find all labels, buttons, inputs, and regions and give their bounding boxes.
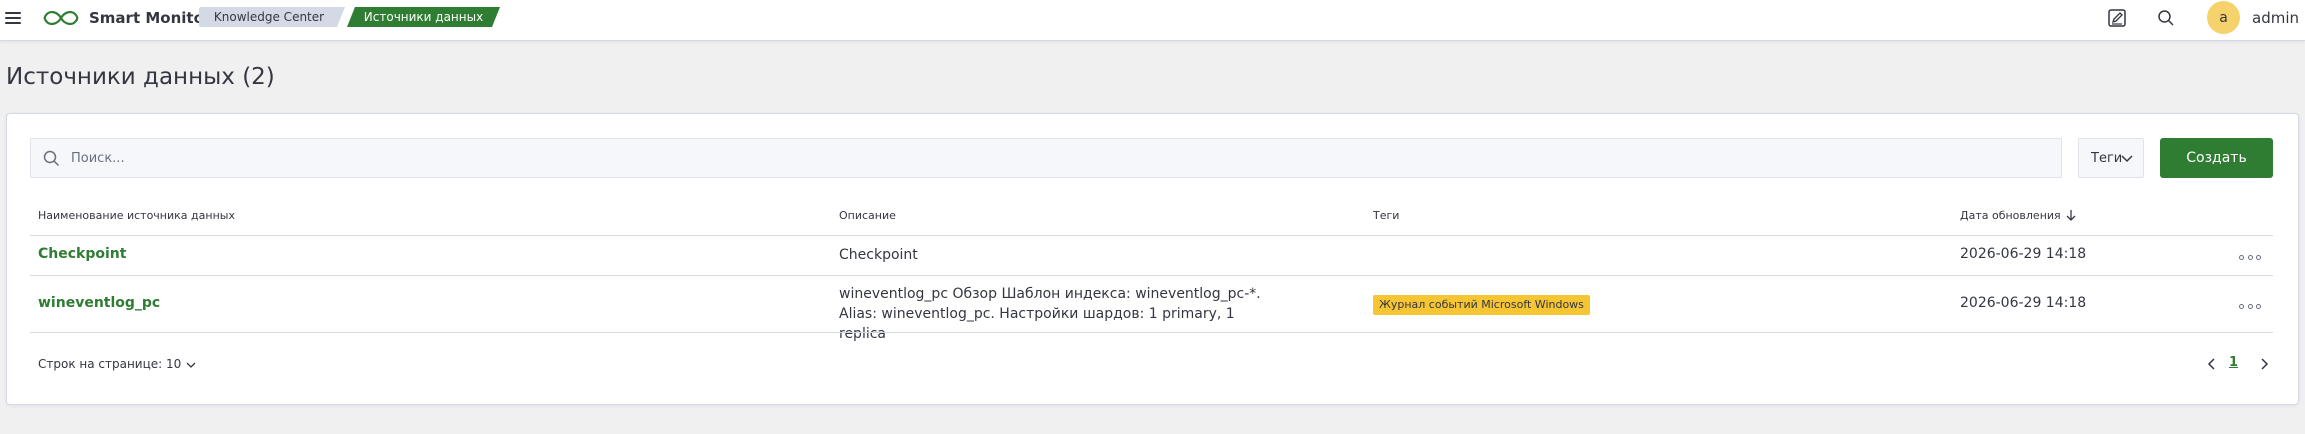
more-icon <box>2239 303 2244 309</box>
row-description: wineventlog_pc Обзор Шаблон индекса: win… <box>839 286 1261 342</box>
app-name[interactable]: Smart Monitor <box>89 9 211 27</box>
rows-per-page-label: Строк на странице: 10 <box>38 357 182 371</box>
menu-icon[interactable] <box>5 10 21 26</box>
notes-button[interactable] <box>2104 5 2130 31</box>
more-icon <box>2239 254 2244 260</box>
row-updated: 2026-06-29 14:18 <box>1960 246 2087 262</box>
global-search-button[interactable] <box>2153 5 2179 31</box>
logo-icon <box>43 11 79 25</box>
row-updated: 2026-06-29 14:18 <box>1960 295 2087 311</box>
pagination-prev-button[interactable] <box>2205 357 2219 371</box>
create-button[interactable]: Создать <box>2160 138 2273 178</box>
chevron-down-icon <box>186 362 196 368</box>
page-title: Источники данных (2) <box>6 64 275 90</box>
search-icon <box>43 150 60 167</box>
top-header: Smart Monitor Knowledge Center Источники… <box>0 0 2305 41</box>
breadcrumb-data-sources: Источники данных <box>347 7 500 27</box>
search-input[interactable] <box>71 139 2051 177</box>
row-actions-button[interactable] <box>2239 299 2261 313</box>
pagination-page-1[interactable]: 1 <box>2229 355 2238 370</box>
row-name-link[interactable]: Checkpoint <box>38 246 126 262</box>
column-header-updated-label: Дата обновления <box>1960 209 2061 222</box>
rows-per-page-select[interactable]: Строк на странице: 10 <box>38 357 196 371</box>
arrow-down-icon <box>2066 210 2076 221</box>
table-header-divider <box>30 235 2273 236</box>
data-sources-panel: Теги Создать Наименование источника данн… <box>6 113 2299 405</box>
notes-icon <box>2108 9 2126 27</box>
tags-filter-label: Теги <box>2091 150 2123 166</box>
search-icon <box>2158 10 2174 26</box>
column-header-name: Наименование источника данных <box>38 209 235 222</box>
row-name-link[interactable]: wineventlog_pc <box>38 295 160 311</box>
avatar[interactable]: a <box>2207 1 2240 34</box>
breadcrumb-knowledge-center[interactable]: Knowledge Center <box>199 7 345 27</box>
chevron-left-icon <box>2207 358 2215 370</box>
row-description: Checkpoint <box>839 247 918 263</box>
table-row-divider <box>30 332 2273 333</box>
tag-badge[interactable]: Журнал событий Microsoft Windows <box>1373 295 1590 315</box>
tags-filter-dropdown[interactable]: Теги <box>2078 138 2144 178</box>
username[interactable]: admin <box>2252 9 2299 27</box>
chevron-down-icon <box>2121 155 2133 163</box>
chevron-right-icon <box>2261 358 2269 370</box>
column-header-description: Описание <box>839 209 896 222</box>
row-actions-button[interactable] <box>2239 250 2261 264</box>
column-header-updated[interactable]: Дата обновления <box>1960 209 2077 222</box>
table-row-divider <box>30 275 2273 276</box>
search-box[interactable] <box>30 138 2062 178</box>
column-header-tags: Теги <box>1373 209 1400 222</box>
pagination-next-button[interactable] <box>2257 357 2271 371</box>
